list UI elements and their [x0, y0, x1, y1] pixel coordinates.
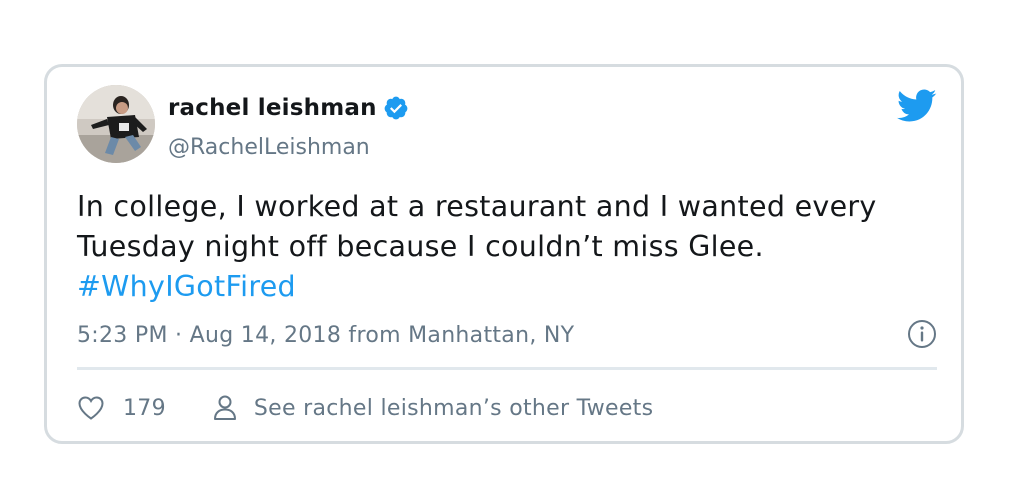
other-tweets-link[interactable]: See rachel leishman’s other Tweets: [212, 394, 653, 422]
avatar[interactable]: [77, 85, 155, 163]
like-button[interactable]: 179: [77, 395, 166, 421]
author-name[interactable]: rachel leishman: [168, 95, 409, 121]
divider: [77, 367, 937, 370]
author-name-text[interactable]: rachel leishman: [168, 95, 377, 121]
verified-badge-icon: [384, 96, 408, 120]
heart-icon: [78, 396, 104, 420]
twitter-bird-icon[interactable]: [897, 89, 937, 123]
like-count: 179: [123, 395, 166, 421]
other-tweets-label: See rachel leishman’s other Tweets: [253, 395, 654, 421]
info-icon[interactable]: [907, 319, 937, 349]
tweet-timestamp[interactable]: 5:23 PM · Aug 14, 2018 from Manhattan, N…: [77, 323, 574, 348]
hashtag-link[interactable]: #WhyIGotFired: [77, 270, 296, 303]
author-handle[interactable]: @RachelLeishman: [168, 135, 370, 160]
tweet-card[interactable]: rachel leishman @RachelLeishman In colle…: [44, 64, 964, 444]
profile-photo: [77, 85, 155, 163]
tweet-actions: 179 See rachel leishman’s other Tweets: [77, 393, 653, 423]
tweet-text: In college, I worked at a restaurant and…: [77, 187, 897, 307]
tweet-body: In college, I worked at a restaurant and…: [77, 190, 877, 263]
person-icon: [213, 395, 236, 420]
